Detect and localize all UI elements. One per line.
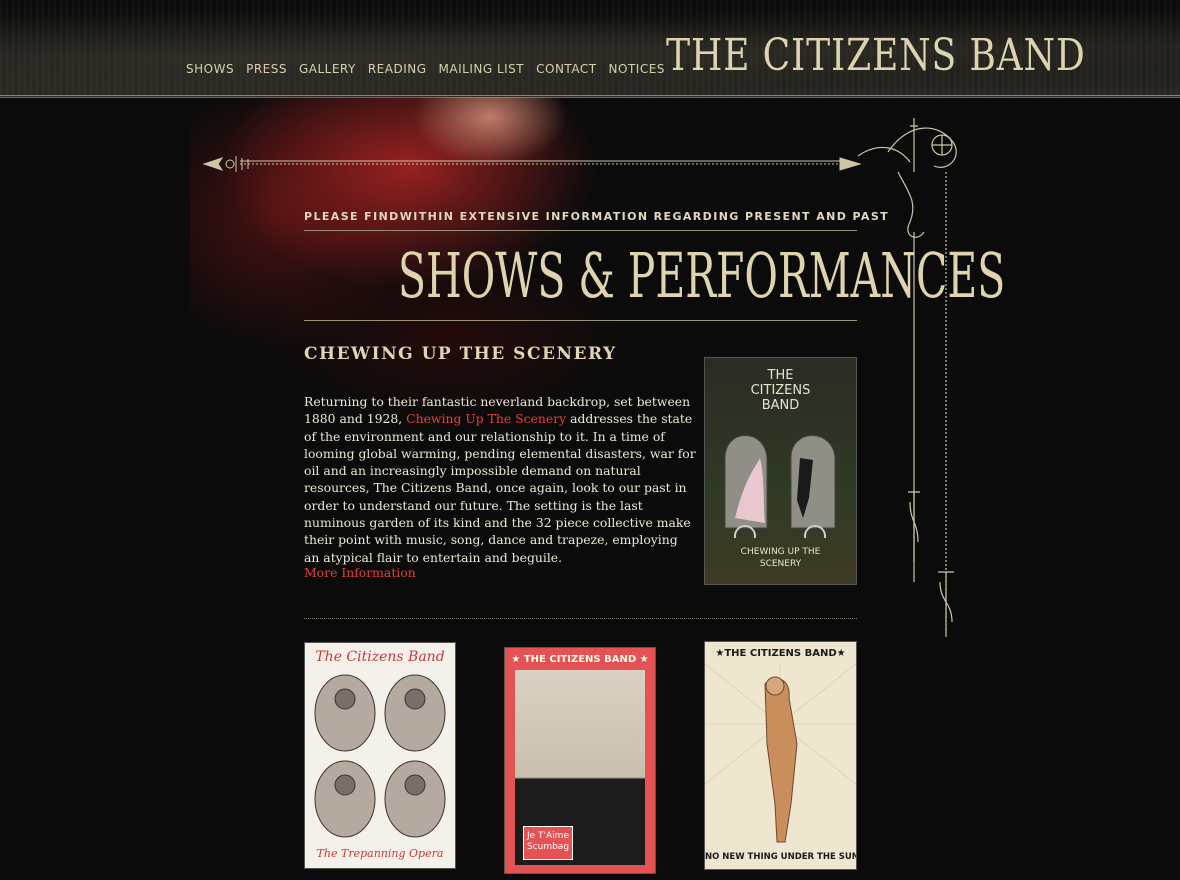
poster-title: The Citizens Band: [315, 649, 445, 665]
poster-subtitle: SCENERY: [759, 559, 802, 569]
main-nav: Shows Press Gallery Reading Mailing List…: [186, 62, 665, 76]
je-taime-scumbag-poster[interactable]: ★ THE CITIZENS BAND ★ Je T'Aime Scumbag: [504, 647, 656, 874]
header-divider: [0, 95, 1180, 96]
chewing-up-the-scenery-poster[interactable]: THE CITIZENS BAND CHEWING UP THE SCENERY: [704, 357, 857, 585]
nav-mailing-list[interactable]: Mailing List: [439, 62, 525, 76]
poster-illustration: [705, 664, 856, 843]
poster-subtitle: CHEWING UP THE: [740, 547, 821, 557]
intro-text: PLEASE FINDWITHIN EXTENSIVE INFORMATION …: [304, 210, 890, 223]
poster-title: ★THE CITIZENS BAND★: [715, 648, 846, 659]
poster-portraits: [314, 674, 446, 838]
poster-title: ★ THE CITIZENS BAND ★: [511, 654, 649, 665]
ornament-arrow-line: [202, 156, 862, 172]
ornament-corner-border: [857, 118, 957, 637]
page-title: SHOWS & PERFORMANCES: [398, 239, 1006, 312]
no-new-thing-under-the-sun-poster[interactable]: ★THE CITIZENS BAND★ NO NEW THING UNDER T…: [704, 641, 857, 870]
nav-shows[interactable]: Shows: [186, 62, 234, 76]
show-title: CHEWING UP THE SCENERY: [304, 344, 617, 364]
poster-subtitle: Je T'Aime Scumbag: [523, 826, 573, 860]
show-link[interactable]: Chewing Up The Scenery: [406, 411, 566, 426]
poster-subtitle: NO NEW THING UNDER THE SUN: [705, 852, 857, 862]
nav-gallery[interactable]: Gallery: [299, 62, 356, 76]
poster-title: CITIZENS: [750, 383, 811, 398]
desc-text: addresses the state of the environment a…: [304, 411, 696, 565]
poster-title: THE: [767, 368, 794, 383]
show-description: Returning to their fantastic neverland b…: [304, 393, 696, 566]
more-information-link[interactable]: More Information: [304, 565, 416, 580]
nav-notices[interactable]: Notices: [609, 62, 665, 76]
nav-reading[interactable]: Reading: [368, 62, 427, 76]
poster-title: BAND: [761, 398, 800, 413]
site-logo[interactable]: THE CITIZENS BAND: [666, 28, 1085, 84]
poster-subtitle: The Trepanning Opera: [316, 847, 444, 860]
poster-illustration: [724, 435, 836, 538]
divider: [304, 320, 857, 321]
nav-press[interactable]: Press: [246, 62, 287, 76]
nav-contact[interactable]: Contact: [536, 62, 596, 76]
trepanning-opera-poster[interactable]: The Citizens Band The Trepanning Opera: [304, 642, 456, 869]
divider: [304, 618, 857, 619]
divider: [304, 230, 857, 231]
